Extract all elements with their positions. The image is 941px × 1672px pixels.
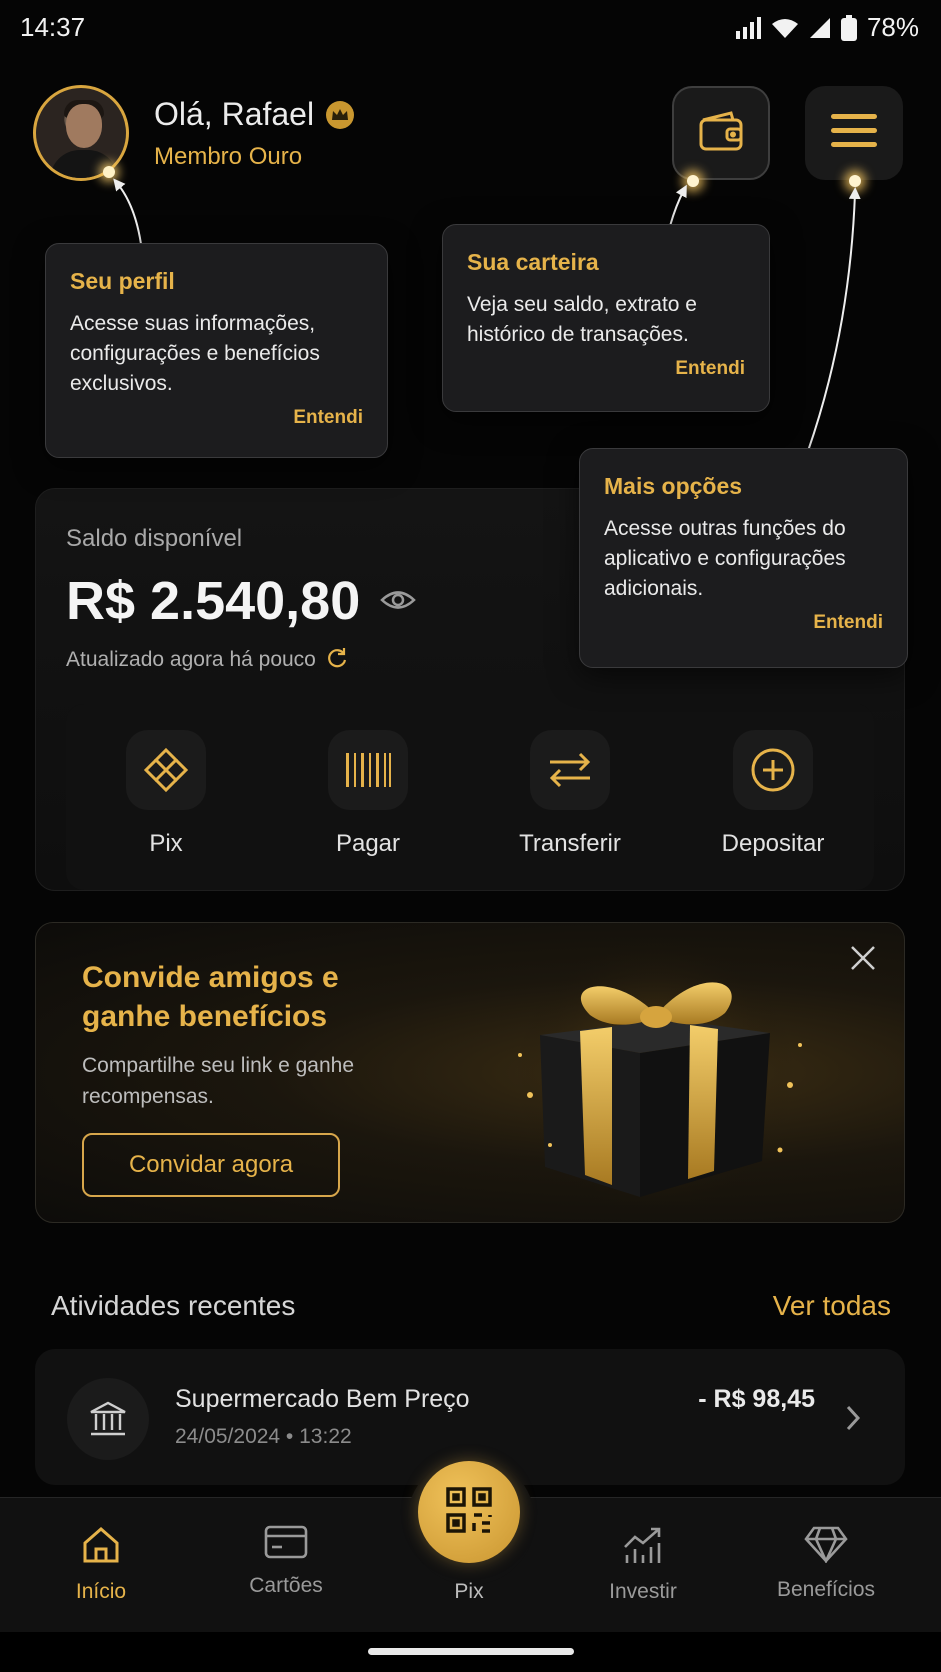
action-label: Depositar	[721, 830, 825, 857]
chart-icon	[621, 1527, 665, 1569]
activity-amount: - R$ 98,45	[698, 1385, 815, 1413]
nav-cards[interactable]: Cartões	[211, 1525, 361, 1598]
pix-icon	[126, 730, 206, 810]
tooltip-title: Seu perfil	[70, 268, 175, 294]
transfer-icon	[530, 730, 610, 810]
home-icon	[81, 1527, 121, 1569]
action-pix[interactable]: Pix	[86, 730, 246, 858]
activities-title: Atividades recentes	[51, 1290, 296, 1321]
activity-date: 24/05/2024 • 13:22	[175, 1425, 352, 1448]
diamond-icon	[804, 1526, 848, 1567]
action-transfer[interactable]: Transferir	[490, 730, 650, 858]
tooltip-title: Mais opções	[604, 473, 743, 499]
tooltip-ok-button[interactable]: Entendi	[70, 407, 363, 429]
tooltip-body: Acesse suas informações, configurações e…	[70, 312, 320, 395]
plus-circle-icon	[733, 730, 813, 810]
promo-title: Convide amigos e ganhe benefícios	[82, 961, 339, 1033]
balance-updated-text: Atualizado agora há pouco	[66, 648, 316, 671]
action-label: Pagar	[335, 830, 401, 857]
balance-label: Saldo disponível	[66, 525, 243, 552]
barcode-icon	[328, 730, 408, 810]
action-label: Transferir	[519, 830, 621, 857]
tooltip-body: Acesse outras funções do aplicativo e co…	[604, 517, 846, 600]
qr-code-icon	[445, 1486, 493, 1539]
card-icon	[264, 1525, 308, 1563]
nav-home[interactable]: Início	[26, 1525, 176, 1604]
tooltip-ok-button[interactable]: Entendi	[604, 612, 883, 634]
tooltip-wallet: Sua carteira Veja seu saldo, extrato e h…	[442, 224, 770, 412]
bank-icon	[67, 1378, 149, 1460]
nav-invest[interactable]: Investir	[568, 1525, 718, 1604]
tooltip-body: Veja seu saldo, extrato e histórico de t…	[467, 293, 697, 346]
promo-subtitle: Compartilhe seu link e ganhe recompensas…	[82, 1054, 354, 1108]
balance-updated: Atualizado agora há pouco	[66, 646, 348, 674]
refresh-icon[interactable]	[326, 646, 348, 674]
nav-label: Cartões	[249, 1574, 323, 1597]
balance-value: R$ 2.540,80	[66, 571, 361, 631]
eye-icon[interactable]	[380, 588, 416, 617]
nav-label-pix: Pix	[454, 1580, 484, 1603]
nav-benefits[interactable]: Benefícios	[751, 1525, 901, 1602]
tooltip-profile: Seu perfil Acesse suas informações, conf…	[45, 243, 388, 458]
action-deposit[interactable]: Depositar	[693, 730, 853, 858]
action-label: Pix	[149, 830, 183, 857]
home-indicator[interactable]	[368, 1648, 574, 1655]
pix-fab-button[interactable]	[418, 1461, 520, 1563]
tooltip-ok-button[interactable]: Entendi	[467, 358, 745, 380]
activity-name: Supermercado Bem Preço	[175, 1385, 470, 1413]
nav-label: Investir	[609, 1580, 677, 1603]
invite-button[interactable]: Convidar agora	[82, 1133, 340, 1197]
nav-label: Benefícios	[776, 1578, 876, 1601]
action-pay[interactable]: Pagar	[288, 730, 448, 858]
chevron-right-icon[interactable]	[845, 1404, 861, 1437]
tooltip-title: Sua carteira	[467, 249, 599, 275]
gift-icon	[490, 935, 830, 1215]
close-icon[interactable]	[849, 944, 877, 977]
see-all-link[interactable]: Ver todas	[773, 1290, 891, 1322]
nav-label: Início	[75, 1580, 127, 1603]
tooltip-more: Mais opções Acesse outras funções do apl…	[579, 448, 908, 668]
